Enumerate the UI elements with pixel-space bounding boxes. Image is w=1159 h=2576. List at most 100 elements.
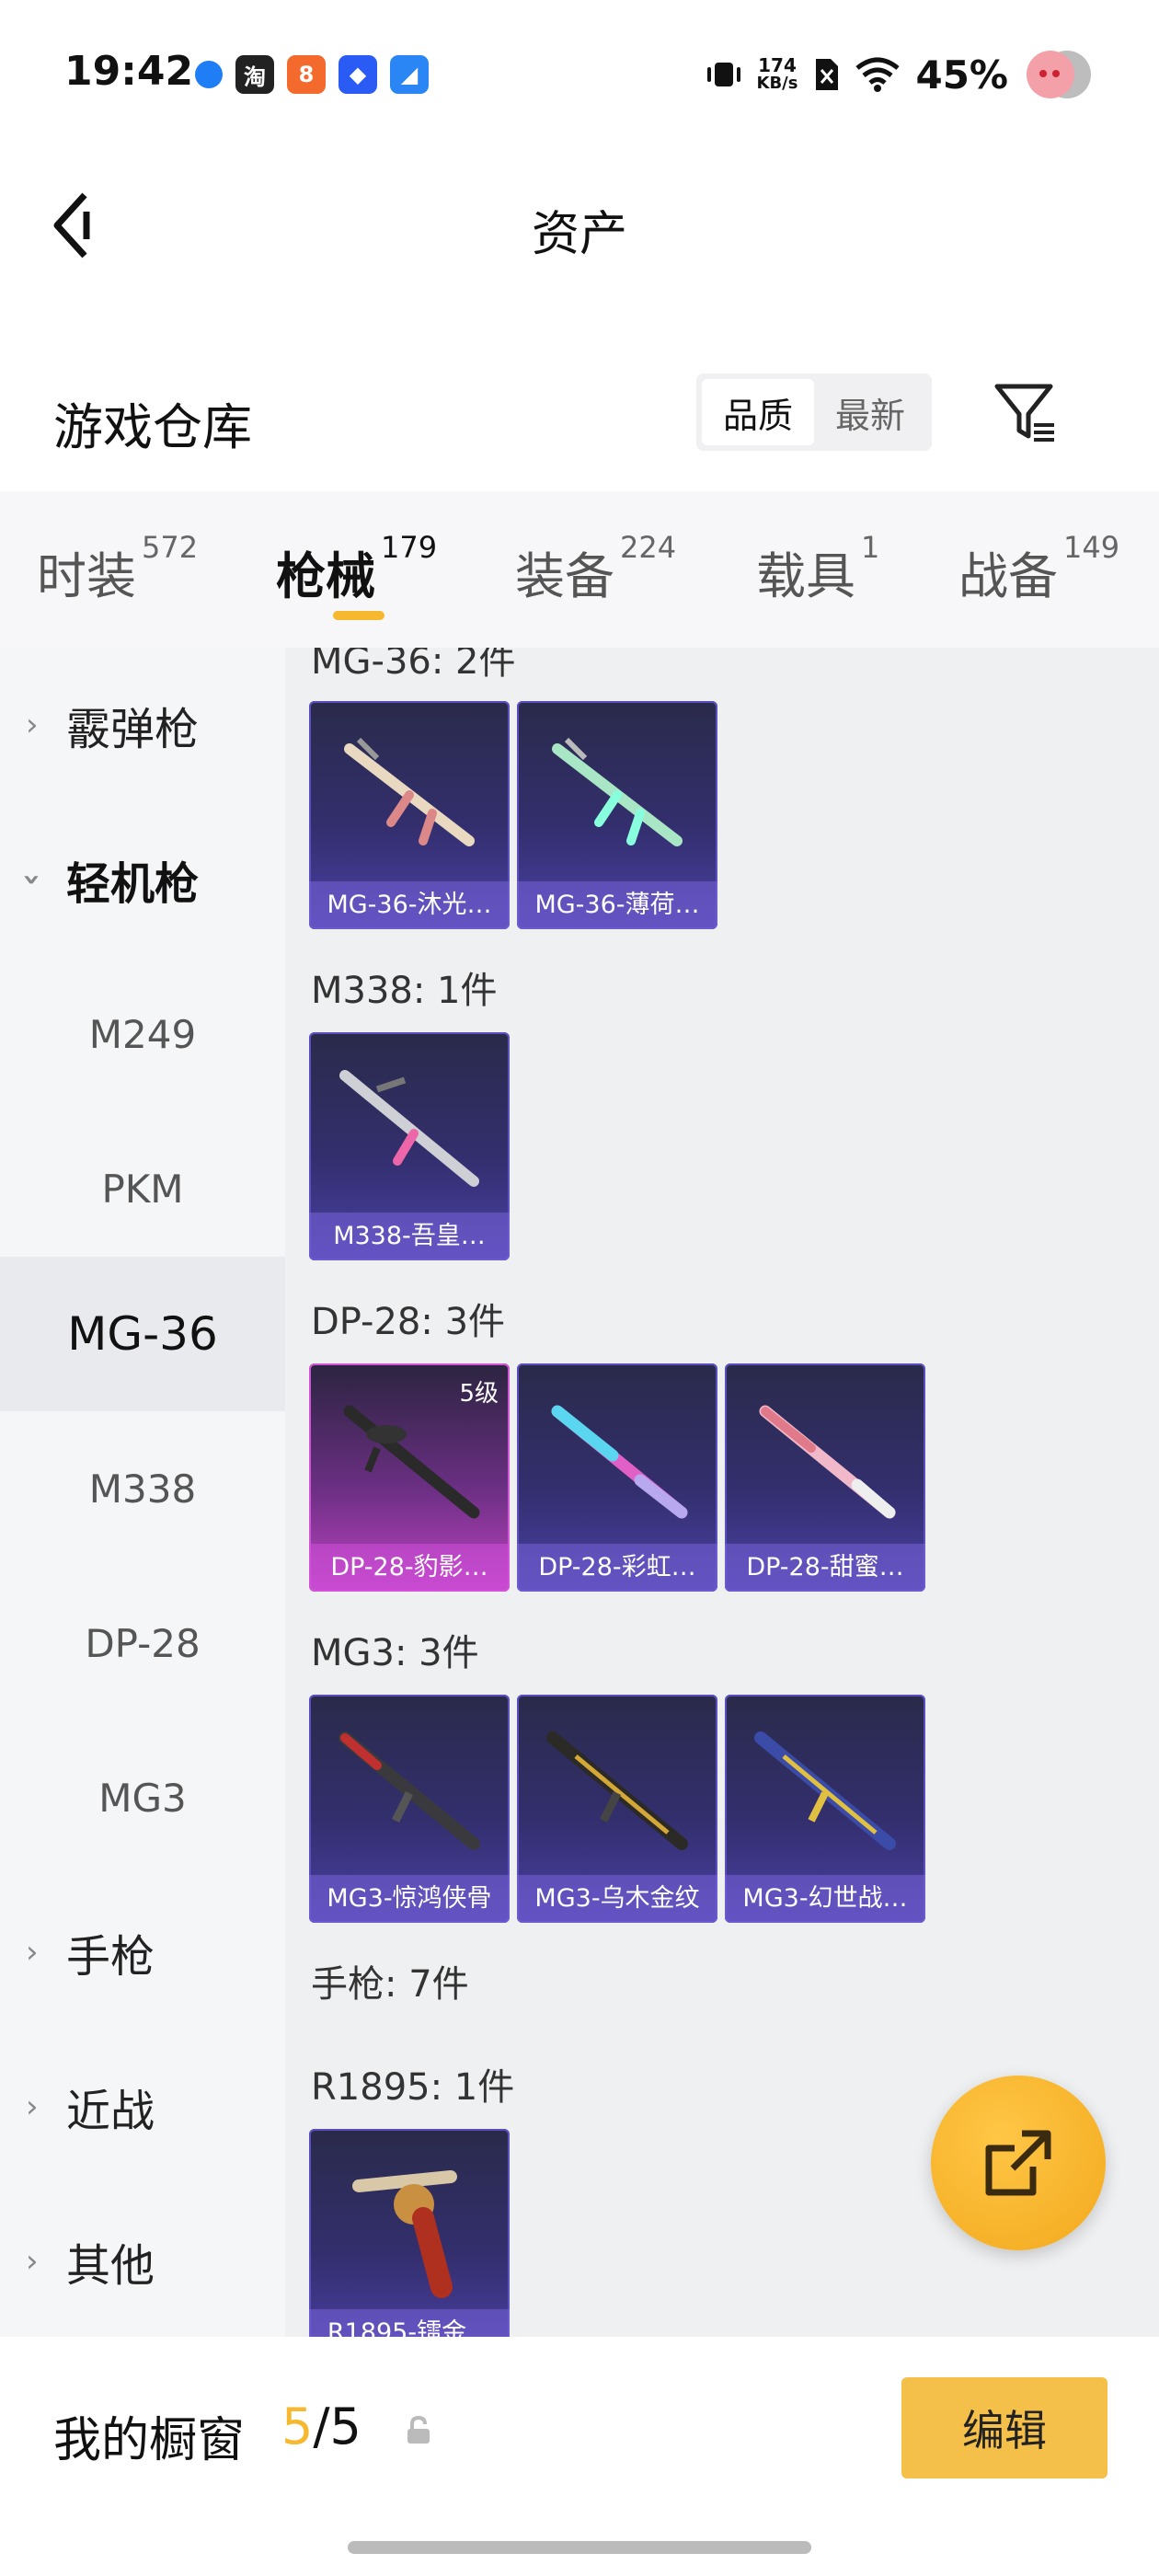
tab-fashion[interactable]: 时装 572 (37, 530, 198, 608)
sidebar-item-label: 其他 (66, 2240, 155, 2292)
gun-skin-icon (352, 2170, 457, 2298)
status-right: 174 KB/s 45% (706, 46, 1096, 103)
weapon-card[interactable]: MG-36-薄荷… (517, 701, 717, 929)
weapon-card[interactable]: M338-吾皇… (309, 1032, 510, 1260)
sim-disabled-icon (816, 59, 839, 90)
chevron-right-icon: › (26, 1934, 39, 1971)
page-title: 资产 (531, 207, 627, 262)
gun-skin-icon (339, 1070, 479, 1187)
active-tab-indicator (333, 611, 384, 620)
weapon-card-label: MG3-乌木金纹 (517, 1875, 717, 1923)
weapon-card-label: MG-36-沐光… (309, 881, 510, 929)
tab-vehicles[interactable]: 载具 1 (756, 530, 879, 608)
tab-guns[interactable]: 枪械 179 (276, 530, 437, 608)
weapon-card[interactable]: MG3-幻世战… (725, 1695, 925, 1923)
weapon-card-label: R1895-镭金… (309, 2309, 510, 2337)
weapon-card-label: M338-吾皇… (309, 1213, 510, 1260)
warehouse-title: 游戏仓库 (53, 398, 252, 456)
weapon-card[interactable]: 5级 DP-28-豹影… (309, 1363, 510, 1592)
net-speed-unit: KB/s (756, 74, 798, 93)
weapon-card-label: MG3-幻世战… (725, 1875, 925, 1923)
tab-count: 224 (620, 530, 677, 565)
sidebar-item-shotgun[interactable]: › 霰弹枪 (0, 648, 285, 802)
sidebar-item-lmg[interactable]: › 轻机枪 (0, 802, 285, 957)
tab-count: 179 (381, 530, 438, 565)
weapon-card[interactable]: DP-28-甜蜜… (725, 1363, 925, 1592)
gun-skin-icon (344, 737, 475, 846)
home-indicator[interactable] (348, 2541, 811, 2554)
weapon-card-label: DP-28-豹影… (309, 1544, 510, 1592)
level-badge: 5级 (459, 1380, 499, 1408)
section-title: MG-36: 2件 (311, 648, 516, 683)
share-button[interactable] (931, 2076, 1106, 2250)
sort-toggle: 品质 最新 (696, 374, 932, 451)
tab-count: 149 (1063, 530, 1120, 565)
section-title: R1895: 1件 (311, 2066, 515, 2109)
user-avatar-icon (1027, 51, 1091, 98)
tab-count: 1 (861, 530, 880, 565)
weapon-type-sidebar: › 霰弹枪 › 轻机枪 M249 PKM MG-36 M338 DP-28 MG3 … (0, 648, 285, 2337)
showcase-count: 5/5 (281, 2398, 361, 2455)
gun-skin-icon (759, 1405, 896, 1519)
weapon-card-label: DP-28-甜蜜… (725, 1544, 925, 1592)
sidebar-item-label: 近战 (66, 2086, 155, 2137)
sidebar-item-m338[interactable]: M338 (0, 1411, 285, 1566)
status-app-icons: 淘 8 ◆ ◢ (195, 55, 429, 94)
edit-button[interactable]: 编辑 (901, 2377, 1107, 2478)
section-title: M338: 1件 (311, 970, 498, 1012)
tab-label: 装备 (515, 547, 614, 605)
gun-skin-icon (551, 1405, 688, 1519)
message-app-icon (195, 61, 223, 88)
category-tabs: 时装 572 枪械 179 装备 224 载具 1 战备 149 (0, 491, 1159, 648)
weapon-card[interactable]: MG3-惊鸿侠骨 (309, 1695, 510, 1923)
section-title: 手枪: 7件 (311, 1963, 469, 2006)
weapon-card[interactable]: R1895-镭金… (309, 2129, 510, 2337)
app-cyan-icon: ◢ (390, 55, 429, 94)
sidebar-item-m249[interactable]: M249 (0, 957, 285, 1111)
sidebar-item-melee[interactable]: › 近战 (0, 2030, 285, 2184)
lock-icon (407, 2416, 430, 2444)
vibrate-icon (706, 63, 740, 86)
sidebar-item-other[interactable]: › 其他 (0, 2184, 285, 2337)
app-orange-icon: 8 (287, 55, 326, 94)
weapon-card[interactable]: DP-28-彩虹… (517, 1363, 717, 1592)
sort-newest-button[interactable]: 最新 (814, 379, 926, 445)
net-speed: 174 KB/s (757, 56, 798, 93)
filter-icon[interactable] (992, 379, 1058, 445)
sidebar-item-pkm[interactable]: PKM (0, 1111, 285, 1266)
sidebar-item-mg3[interactable]: MG3 (0, 1720, 285, 1875)
weapon-card-label: MG-36-薄荷… (517, 881, 717, 929)
tab-equipment[interactable]: 装备 224 (515, 530, 676, 608)
gun-skin-icon (546, 1731, 688, 1850)
showcase-total: /5 (313, 2398, 361, 2455)
tab-supplies[interactable]: 战备 149 (958, 530, 1119, 608)
tab-label: 战备 (958, 547, 1058, 605)
status-bar: 19:42 淘 8 ◆ ◢ 174 KB/s 45% (0, 0, 1159, 138)
net-speed-value: 174 (758, 54, 797, 76)
section-title: MG3: 3件 (311, 1632, 479, 1674)
sidebar-item-pistol[interactable]: › 手枪 (0, 1875, 285, 2030)
tab-label: 枪械 (276, 547, 375, 605)
gun-skin-icon (339, 1731, 480, 1850)
tab-label: 时装 (37, 547, 136, 605)
weapon-card[interactable]: MG-36-沐光… (309, 701, 510, 929)
sidebar-item-label: 手枪 (66, 1931, 155, 1983)
weapon-card[interactable]: MG3-乌木金纹 (517, 1695, 717, 1923)
sidebar-item-dp28[interactable]: DP-28 (0, 1566, 285, 1720)
sidebar-item-mg36[interactable]: MG-36 (0, 1257, 285, 1411)
section-title: DP-28: 3件 (311, 1301, 506, 1343)
showcase-label: 我的橱窗 (53, 2413, 246, 2468)
chevron-down-icon: › (14, 872, 52, 887)
chevron-right-icon: › (26, 707, 39, 743)
sort-quality-button[interactable]: 品质 (702, 379, 814, 445)
weapon-card-label: DP-28-彩虹… (517, 1544, 717, 1592)
weapon-card-label: MG3-惊鸿侠骨 (309, 1875, 510, 1923)
sidebar-item-label: 霰弹枪 (66, 704, 200, 755)
status-time: 19:42 (64, 48, 194, 95)
share-icon (985, 2130, 1051, 2196)
taobao-app-icon: 淘 (235, 55, 274, 94)
chevron-right-icon: › (26, 2088, 39, 2125)
wifi-icon (855, 57, 901, 92)
tab-count: 572 (142, 530, 199, 565)
gun-skin-icon (754, 1731, 896, 1850)
